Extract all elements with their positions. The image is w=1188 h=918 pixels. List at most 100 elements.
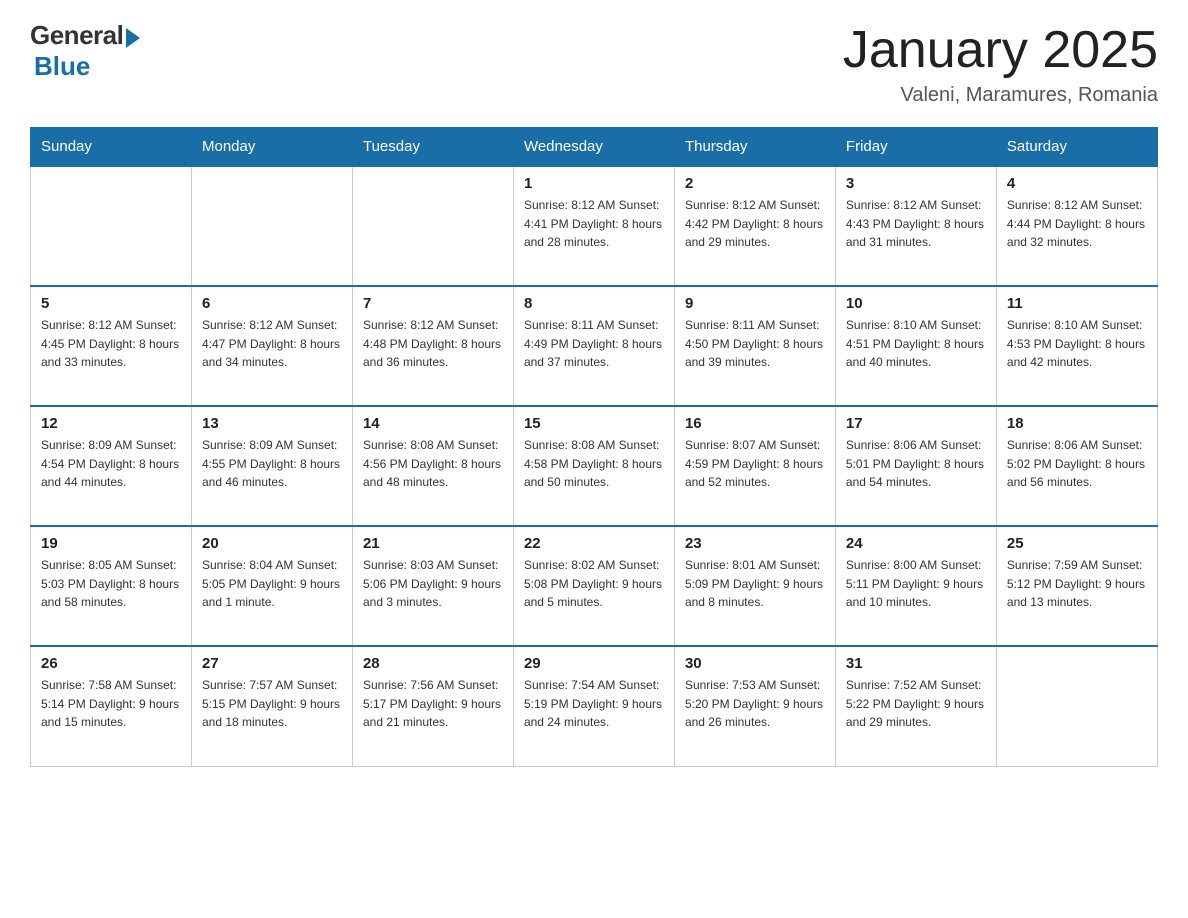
day-number: 26 [41,655,181,672]
day-info: Sunrise: 8:00 AM Sunset: 5:11 PM Dayligh… [846,556,986,612]
calendar-cell: 26Sunrise: 7:58 AM Sunset: 5:14 PM Dayli… [31,646,192,766]
day-number: 30 [685,655,825,672]
day-number: 12 [41,415,181,432]
calendar-cell: 4 Sunrise: 8:12 AM Sunset: 4:44 PM Daylig… [996,166,1157,286]
day-number: 17 [846,415,986,432]
day-number: 3 [846,175,986,192]
page-subtitle: Valeni, Maramures, Romania [843,84,1158,107]
day-info: Sunrise: 8:12 AM Sunset: 4:45 PM Dayligh… [41,316,181,372]
day-number: 22 [524,535,664,552]
day-of-week-header: Thursday [674,128,835,167]
day-number: 18 [1007,415,1147,432]
day-number: 5 [41,295,181,312]
logo-general-text: General [30,20,123,51]
calendar-cell [191,166,352,286]
calendar-cell: 8Sunrise: 8:11 AM Sunset: 4:49 PM Daylig… [513,286,674,406]
calendar-cell: 9 Sunrise: 8:11 AM Sunset: 4:50 PM Daylig… [674,286,835,406]
day-number: 24 [846,535,986,552]
calendar-cell [352,166,513,286]
day-number: 2 [685,175,825,192]
day-info: Sunrise: 8:08 AM Sunset: 4:56 PM Dayligh… [363,436,503,492]
day-number: 14 [363,415,503,432]
day-info: Sunrise: 8:11 AM Sunset: 4:50 PM Dayligh… [685,316,825,372]
day-number: 9 [685,295,825,312]
calendar-cell: 5 Sunrise: 8:12 AM Sunset: 4:45 PM Daylig… [31,286,192,406]
calendar-cell: 13Sunrise: 8:09 AM Sunset: 4:55 PM Dayli… [191,406,352,526]
day-info: Sunrise: 7:54 AM Sunset: 5:19 PM Dayligh… [524,676,664,732]
day-number: 21 [363,535,503,552]
calendar-cell: 27 Sunrise: 7:57 AM Sunset: 5:15 PM Dayli… [191,646,352,766]
day-info: Sunrise: 7:52 AM Sunset: 5:22 PM Dayligh… [846,676,986,732]
day-number: 15 [524,415,664,432]
day-info: Sunrise: 7:57 AM Sunset: 5:15 PM Dayligh… [202,676,342,732]
calendar-week-row: 5 Sunrise: 8:12 AM Sunset: 4:45 PM Daylig… [31,286,1158,406]
calendar-cell: 18 Sunrise: 8:06 AM Sunset: 5:02 PM Dayli… [996,406,1157,526]
day-info: Sunrise: 8:12 AM Sunset: 4:43 PM Dayligh… [846,196,986,252]
calendar-cell: 17 Sunrise: 8:06 AM Sunset: 5:01 PM Dayli… [835,406,996,526]
day-number: 19 [41,535,181,552]
day-of-week-header: Saturday [996,128,1157,167]
calendar-cell [31,166,192,286]
calendar-cell: 22 Sunrise: 8:02 AM Sunset: 5:08 PM Dayli… [513,526,674,646]
day-of-week-header: Tuesday [352,128,513,167]
day-of-week-header: Sunday [31,128,192,167]
calendar-cell: 7 Sunrise: 8:12 AM Sunset: 4:48 PM Daylig… [352,286,513,406]
calendar-cell: 21 Sunrise: 8:03 AM Sunset: 5:06 PM Dayli… [352,526,513,646]
calendar-cell: 25 Sunrise: 7:59 AM Sunset: 5:12 PM Dayli… [996,526,1157,646]
calendar-week-row: 19 Sunrise: 8:05 AM Sunset: 5:03 PM Dayli… [31,526,1158,646]
day-info: Sunrise: 8:12 AM Sunset: 4:41 PM Dayligh… [524,196,664,252]
day-info: Sunrise: 8:10 AM Sunset: 4:53 PM Dayligh… [1007,316,1147,372]
day-info: Sunrise: 8:10 AM Sunset: 4:51 PM Dayligh… [846,316,986,372]
day-number: 6 [202,295,342,312]
day-info: Sunrise: 8:12 AM Sunset: 4:44 PM Dayligh… [1007,196,1147,252]
day-info: Sunrise: 8:11 AM Sunset: 4:49 PM Dayligh… [524,316,664,372]
calendar-cell: 31 Sunrise: 7:52 AM Sunset: 5:22 PM Dayli… [835,646,996,766]
day-info: Sunrise: 8:07 AM Sunset: 4:59 PM Dayligh… [685,436,825,492]
day-number: 27 [202,655,342,672]
calendar-cell: 16Sunrise: 8:07 AM Sunset: 4:59 PM Dayli… [674,406,835,526]
calendar-week-row: 12 Sunrise: 8:09 AM Sunset: 4:54 PM Dayli… [31,406,1158,526]
logo: General Blue [30,20,140,82]
day-info: Sunrise: 8:12 AM Sunset: 4:48 PM Dayligh… [363,316,503,372]
calendar-cell: 30 Sunrise: 7:53 AM Sunset: 5:20 PM Dayli… [674,646,835,766]
day-info: Sunrise: 8:12 AM Sunset: 4:47 PM Dayligh… [202,316,342,372]
calendar-week-row: 26Sunrise: 7:58 AM Sunset: 5:14 PM Dayli… [31,646,1158,766]
calendar-cell: 23Sunrise: 8:01 AM Sunset: 5:09 PM Dayli… [674,526,835,646]
day-number: 29 [524,655,664,672]
day-info: Sunrise: 8:04 AM Sunset: 5:05 PM Dayligh… [202,556,342,612]
day-of-week-header: Monday [191,128,352,167]
day-number: 31 [846,655,986,672]
calendar-cell: 20Sunrise: 8:04 AM Sunset: 5:05 PM Dayli… [191,526,352,646]
calendar-cell: 29 Sunrise: 7:54 AM Sunset: 5:19 PM Dayli… [513,646,674,766]
day-info: Sunrise: 7:56 AM Sunset: 5:17 PM Dayligh… [363,676,503,732]
calendar-cell: 1Sunrise: 8:12 AM Sunset: 4:41 PM Daylig… [513,166,674,286]
day-info: Sunrise: 8:08 AM Sunset: 4:58 PM Dayligh… [524,436,664,492]
day-info: Sunrise: 7:59 AM Sunset: 5:12 PM Dayligh… [1007,556,1147,612]
day-info: Sunrise: 8:09 AM Sunset: 4:55 PM Dayligh… [202,436,342,492]
day-number: 25 [1007,535,1147,552]
day-info: Sunrise: 8:06 AM Sunset: 5:01 PM Dayligh… [846,436,986,492]
day-info: Sunrise: 8:02 AM Sunset: 5:08 PM Dayligh… [524,556,664,612]
calendar-cell: 14 Sunrise: 8:08 AM Sunset: 4:56 PM Dayli… [352,406,513,526]
day-info: Sunrise: 8:06 AM Sunset: 5:02 PM Dayligh… [1007,436,1147,492]
day-info: Sunrise: 8:05 AM Sunset: 5:03 PM Dayligh… [41,556,181,612]
day-info: Sunrise: 8:01 AM Sunset: 5:09 PM Dayligh… [685,556,825,612]
day-number: 4 [1007,175,1147,192]
day-info: Sunrise: 8:03 AM Sunset: 5:06 PM Dayligh… [363,556,503,612]
logo-arrow-icon [126,28,140,48]
calendar-cell: 12 Sunrise: 8:09 AM Sunset: 4:54 PM Dayli… [31,406,192,526]
day-number: 7 [363,295,503,312]
calendar-table: SundayMondayTuesdayWednesdayThursdayFrid… [30,127,1158,767]
calendar-cell: 10Sunrise: 8:10 AM Sunset: 4:51 PM Dayli… [835,286,996,406]
calendar-cell: 24 Sunrise: 8:00 AM Sunset: 5:11 PM Dayli… [835,526,996,646]
page-title: January 2025 [843,20,1158,80]
title-section: January 2025 Valeni, Maramures, Romania [843,20,1158,107]
day-info: Sunrise: 7:53 AM Sunset: 5:20 PM Dayligh… [685,676,825,732]
calendar-cell: 2 Sunrise: 8:12 AM Sunset: 4:42 PM Daylig… [674,166,835,286]
day-info: Sunrise: 8:09 AM Sunset: 4:54 PM Dayligh… [41,436,181,492]
calendar-cell: 15 Sunrise: 8:08 AM Sunset: 4:58 PM Dayli… [513,406,674,526]
calendar-cell: 11Sunrise: 8:10 AM Sunset: 4:53 PM Dayli… [996,286,1157,406]
day-info: Sunrise: 8:12 AM Sunset: 4:42 PM Dayligh… [685,196,825,252]
calendar-cell [996,646,1157,766]
page-header: General Blue January 2025 Valeni, Maramu… [30,20,1158,107]
